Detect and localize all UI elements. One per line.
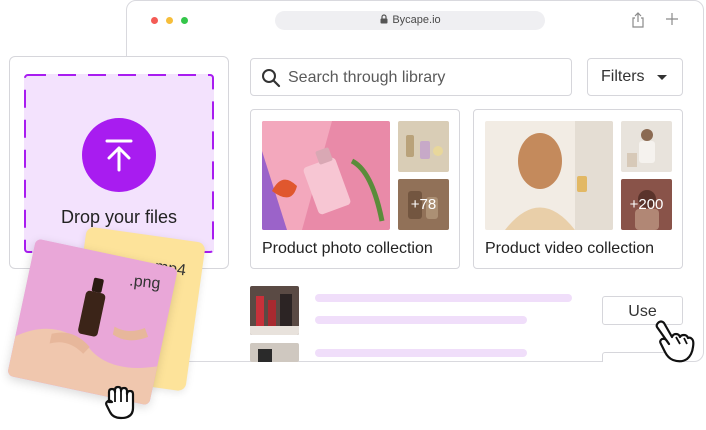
grab-hand-icon — [105, 385, 135, 420]
more-count: +200 — [621, 179, 672, 230]
file-extension: .png — [128, 272, 162, 293]
collection-title: Product video collection — [485, 240, 654, 257]
list-item-placeholder-line — [315, 349, 527, 357]
list-item-thumbnail — [250, 286, 299, 335]
url-text: Bycape.io — [392, 14, 441, 26]
video-thumbnail-more[interactable]: +200 — [621, 179, 672, 230]
upload-arrow-icon — [105, 139, 133, 172]
file-card-png[interactable]: .png — [7, 238, 178, 406]
minimize-window-button[interactable] — [166, 17, 173, 24]
more-count: +78 — [398, 179, 449, 230]
photo-thumbnail-more[interactable]: +78 — [398, 179, 449, 230]
maximize-window-button[interactable] — [181, 17, 188, 24]
perfume-bottle-image — [262, 121, 390, 230]
woman-perfume-image — [485, 121, 613, 230]
collection-card-video[interactable]: +200 Product video collection — [473, 109, 683, 269]
hands-holding-bottle-image — [7, 238, 178, 406]
search-icon — [262, 69, 281, 88]
collection-title: Product photo collection — [262, 240, 433, 257]
list-item-placeholder-line — [315, 316, 527, 324]
browser-titlebar: Bycape.io — [127, 1, 703, 39]
pointer-hand-icon — [655, 320, 695, 363]
address-bar[interactable]: Bycape.io — [275, 11, 545, 30]
drop-label: Drop your files — [60, 207, 178, 227]
list-item-placeholder-line — [315, 294, 572, 302]
filters-dropdown[interactable]: Filters — [587, 58, 683, 96]
close-window-button[interactable] — [151, 17, 158, 24]
new-tab-icon[interactable] — [665, 12, 679, 26]
list-item-thumbnail — [250, 343, 299, 362]
video-thumbnail — [621, 121, 672, 172]
drop-zone[interactable]: Drop your files — [24, 74, 214, 253]
caret-down-icon — [657, 75, 667, 80]
search-input[interactable] — [286, 65, 560, 91]
photo-thumbnail — [398, 121, 449, 172]
lock-icon — [380, 14, 388, 24]
share-icon[interactable] — [631, 12, 645, 28]
search-box[interactable] — [250, 58, 572, 96]
filters-label: Filters — [601, 68, 645, 85]
upload-button[interactable] — [82, 118, 156, 192]
collection-card-photo[interactable]: +78 Product photo collection — [250, 109, 460, 269]
